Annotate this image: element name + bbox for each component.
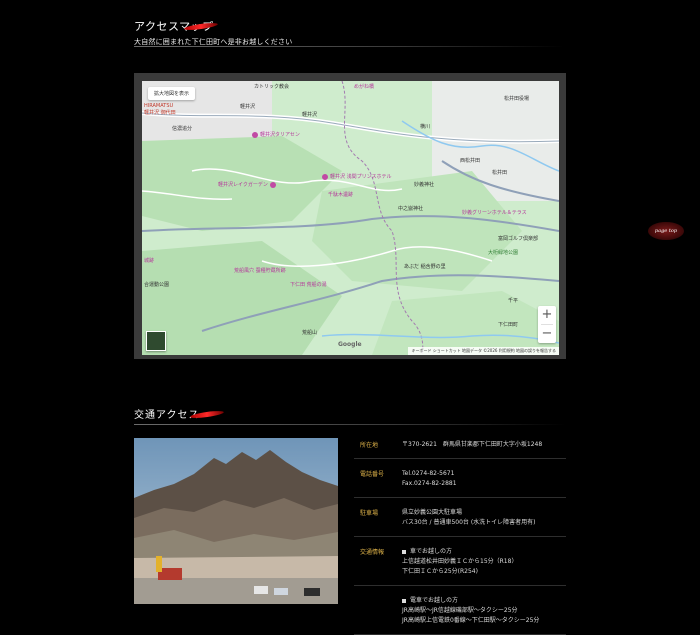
heading-divider xyxy=(134,46,564,47)
map-label-senda: 千駄木遺跡 xyxy=(328,192,354,198)
view-larger-map-button[interactable]: 拡大地図を表示 xyxy=(148,87,196,100)
map-label-araragi: あぶだ 稲含野の里 xyxy=(404,264,446,270)
map-label-nakanodake: 中之嶽神社 xyxy=(398,206,424,212)
map-label-jojo: 城跡 xyxy=(144,258,155,264)
satellite-toggle[interactable] xyxy=(146,331,166,351)
parking-name: 県立妙義公園大駐車場 xyxy=(402,509,463,516)
map-label-tomioka-golf: 富岡ゴルフ倶楽部 xyxy=(498,236,539,242)
access-map-heading: アクセスマップ 大自然に囲まれた下仁田町へ是非お越しください xyxy=(134,18,564,48)
train-route-1: JR高崎駅～JR信越線磯部駅～タクシー25分 xyxy=(402,607,518,614)
map-label-yokokawa: 横川 xyxy=(420,124,431,130)
info-label: 所在地 xyxy=(360,442,379,449)
info-row-transport-car: 交通情報 車でお越しの方 上信越道松井田妙義ＩＣから15分（R18） 下仁田ＩＣ… xyxy=(354,537,566,586)
car-route-1: 上信越道松井田妙義ＩＣから15分（R18） xyxy=(402,558,518,565)
map-label-shimonita: 下仁田町 xyxy=(498,322,519,328)
info-value: 〒370-2621 群馬県甘楽郡下仁田町大字小坂1248 xyxy=(400,430,566,458)
info-value: 県立妙義公園大駐車場 バス30台 / 普通車500台 (水洗トイレ障害者用有) xyxy=(400,498,566,536)
pin-icon xyxy=(252,131,258,138)
tel-text[interactable]: Tel.0274-82-5671 xyxy=(402,469,566,479)
info-label: 駐車場 xyxy=(360,510,379,517)
map-label-karuizawa: 軽井沢 xyxy=(240,104,256,110)
info-value: 電車でお越しの方 JR高崎駅～JR信越線磯部駅～タクシー25分 JR高崎駅上信電… xyxy=(400,586,566,634)
traffic-info-table: 所在地 〒370-2621 群馬県甘楽郡下仁田町大字小坂1248 電話番号 Te… xyxy=(354,430,566,635)
info-label xyxy=(354,586,400,634)
map-label-tama: 軽井沢タリアセン xyxy=(252,131,300,138)
map-label-matsuida: 松井田 xyxy=(492,170,508,176)
train-route-2: JR高崎駅上信電鉄0番線～下仁田駅～タクシー25分 xyxy=(402,617,540,624)
map-label-hiramatsu-2: 軽井沢 御代田 xyxy=(144,110,176,116)
map-terrain xyxy=(142,81,559,355)
map-label-prince: 軽井沢 浅間プリンスホテル xyxy=(322,173,392,180)
heading-divider xyxy=(134,424,566,425)
car-route-2: 下仁田ＩＣから25分(R254) xyxy=(402,568,478,575)
info-row-phone: 電話番号 Tel.0274-82-5671 Fax.0274-82-2881 xyxy=(354,459,566,498)
map-label-undo: 合運動公園 xyxy=(144,282,170,288)
google-logo: Google xyxy=(338,341,362,348)
map-label-myogi-shrine: 妙義神社 xyxy=(414,182,435,188)
page-top-button[interactable]: page top xyxy=(648,222,684,240)
bullet-icon xyxy=(402,549,406,554)
info-row-address: 所在地 〒370-2621 群馬県甘楽郡下仁田町大字小坂1248 xyxy=(354,430,566,459)
pin-icon xyxy=(269,181,276,188)
map-label-megane: めがね橋 xyxy=(354,84,375,90)
info-row-transport-train: 電車でお越しの方 JR高崎駅～JR信越線磯部駅～タクシー25分 JR高崎駅上信電… xyxy=(354,586,566,635)
info-row-parking: 駐車場 県立妙義公園大駐車場 バス30台 / 普通車500台 (水洗トイレ障害者… xyxy=(354,498,566,537)
info-label: 交通情報 xyxy=(360,549,385,556)
map-label-myogi-green: 妙義グリーンホテル＆テラス xyxy=(462,210,527,216)
zoom-out-button[interactable]: − xyxy=(538,325,556,343)
info-label: 電話番号 xyxy=(360,471,385,478)
info-value: Tel.0274-82-5671 Fax.0274-82-2881 xyxy=(400,459,566,497)
map-label-lake: 軽井沢レイクガーデン xyxy=(218,181,278,188)
bullet-icon xyxy=(402,598,406,603)
map-label-shimonita-arafune: 下仁田 荒船の湯 xyxy=(290,282,327,288)
map-label-catholic: カトリック教会 xyxy=(254,84,290,90)
map-label-omura: 大桁緑地公園 xyxy=(488,250,519,256)
info-value: 車でお越しの方 上信越道松井田妙義ＩＣから15分（R18） 下仁田ＩＣから25分… xyxy=(400,537,566,585)
map-label-arafune-mt: 荒船山 xyxy=(302,330,318,336)
train-heading: 電車でお越しの方 xyxy=(402,596,566,606)
car-heading: 車でお越しの方 xyxy=(402,547,566,557)
map-label-arafune: 荒船風穴 蚕種貯蔵所跡 xyxy=(234,268,286,274)
map-label-shinano: 信濃追分 xyxy=(172,126,193,132)
map-label-matsuida-yaku: 松井田役場 xyxy=(504,96,530,102)
map-label-nishi-matsuida: 西松井田 xyxy=(460,158,481,164)
map-label-senbei: 千平 xyxy=(508,298,519,304)
traffic-heading: 交通アクセス xyxy=(134,406,566,426)
parking-capacity: バス30台 / 普通車500台 (水洗トイレ障害者用有) xyxy=(402,519,536,526)
myogi-mountain-photo xyxy=(134,438,338,604)
map-attribution[interactable]: キーボード ショートカット 地図データ ©2026 利用規約 地図の誤りを報告す… xyxy=(408,347,559,355)
pin-icon xyxy=(322,173,328,180)
zoom-in-button[interactable]: + xyxy=(538,306,556,324)
address-text: 〒370-2621 群馬県甘楽郡下仁田町大字小坂1248 xyxy=(402,441,543,448)
map-label-karuizawa-st: 軽井沢 xyxy=(302,112,318,118)
zoom-control: + − xyxy=(538,306,556,343)
google-map[interactable]: 拡大地図を表示 カトリック教会 めがね橋 HIRAMATSU 軽井沢 御代田 信… xyxy=(142,81,559,355)
fax-text: Fax.0274-82-2881 xyxy=(402,480,457,487)
